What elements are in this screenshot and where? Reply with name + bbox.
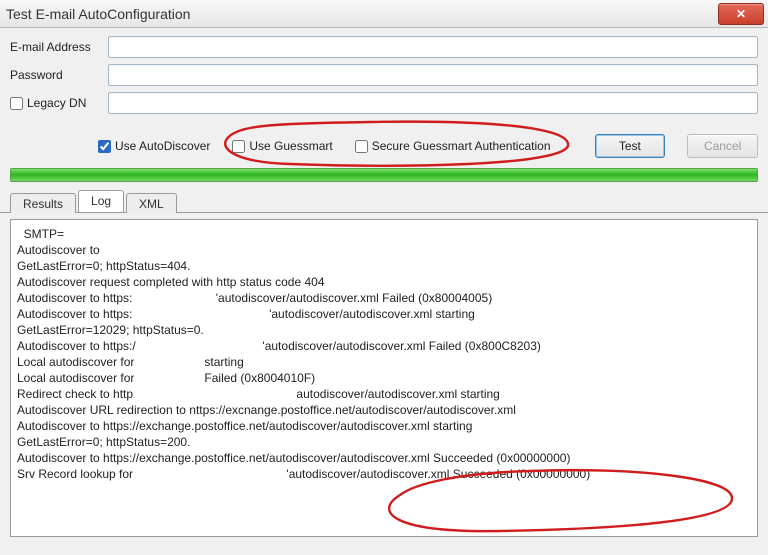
- log-line: Autodiscover to https:/ 'autodiscover/au…: [17, 338, 751, 354]
- log-line: Autodiscover to: [17, 242, 751, 258]
- log-line: Local autodiscover for starting: [17, 354, 751, 370]
- log-line: Autodiscover request completed with http…: [17, 274, 751, 290]
- secure-guessmart-option[interactable]: Secure Guessmart Authentication: [355, 139, 551, 153]
- tab-xml[interactable]: XML: [126, 193, 177, 213]
- row-legacy-dn: Legacy DN: [10, 92, 758, 114]
- use-guessmart-checkbox[interactable]: [232, 140, 245, 153]
- window-title: Test E-mail AutoConfiguration: [6, 6, 190, 22]
- log-line: Autodiscover URL redirection to nttps://…: [17, 402, 751, 418]
- log-line: Local autodiscover for Failed (0x8004010…: [17, 370, 751, 386]
- tabstrip: Results Log XML: [0, 190, 768, 213]
- label-legacy-dn[interactable]: Legacy DN: [10, 96, 108, 110]
- log-line: Autodiscover to https://exchange.postoff…: [17, 450, 751, 466]
- password-field[interactable]: [108, 64, 758, 86]
- log-line: Autodiscover to https://exchange.postoff…: [17, 418, 751, 434]
- legacy-dn-label-text: Legacy DN: [27, 96, 86, 110]
- log-line: GetLastError=12029; httpStatus=0.: [17, 322, 751, 338]
- use-autodiscover-checkbox[interactable]: [98, 140, 111, 153]
- tab-results[interactable]: Results: [10, 193, 76, 213]
- email-field[interactable]: [108, 36, 758, 58]
- log-line: GetLastError=0; httpStatus=200.: [17, 434, 751, 450]
- close-icon: ✕: [736, 7, 746, 21]
- log-line: Redirect check to http autodiscover/auto…: [17, 386, 751, 402]
- label-password: Password: [10, 68, 108, 82]
- form-area: E-mail Address Password Legacy DN: [0, 28, 768, 124]
- use-autodiscover-option[interactable]: Use AutoDiscover: [98, 139, 210, 153]
- secure-guessmart-label: Secure Guessmart Authentication: [372, 139, 551, 153]
- tab-log[interactable]: Log: [78, 190, 124, 212]
- log-line: SMTP=: [17, 226, 751, 242]
- close-button[interactable]: ✕: [718, 3, 764, 25]
- use-autodiscover-label: Use AutoDiscover: [115, 139, 210, 153]
- label-email: E-mail Address: [10, 40, 108, 54]
- cancel-button: Cancel: [687, 134, 758, 158]
- use-guessmart-option[interactable]: Use Guessmart: [232, 139, 332, 153]
- window-titlebar: Test E-mail AutoConfiguration ✕: [0, 0, 768, 28]
- log-panel: SMTP=Autodiscover toGetLastError=0; http…: [10, 219, 758, 537]
- test-button[interactable]: Test: [595, 134, 666, 158]
- options-row: Use AutoDiscover Use Guessmart Secure Gu…: [0, 124, 768, 166]
- secure-guessmart-checkbox[interactable]: [355, 140, 368, 153]
- log-line: Srv Record lookup for 'autodiscover/auto…: [17, 466, 751, 482]
- row-email: E-mail Address: [10, 36, 758, 58]
- legacy-dn-checkbox[interactable]: [10, 97, 23, 110]
- legacy-dn-field[interactable]: [108, 92, 758, 114]
- row-password: Password: [10, 64, 758, 86]
- log-line: Autodiscover to https: 'autodiscover/aut…: [17, 290, 751, 306]
- progress-bar: [10, 168, 758, 182]
- log-line: GetLastError=0; httpStatus=404.: [17, 258, 751, 274]
- use-guessmart-label: Use Guessmart: [249, 139, 332, 153]
- log-line: Autodiscover to https: 'autodiscover/aut…: [17, 306, 751, 322]
